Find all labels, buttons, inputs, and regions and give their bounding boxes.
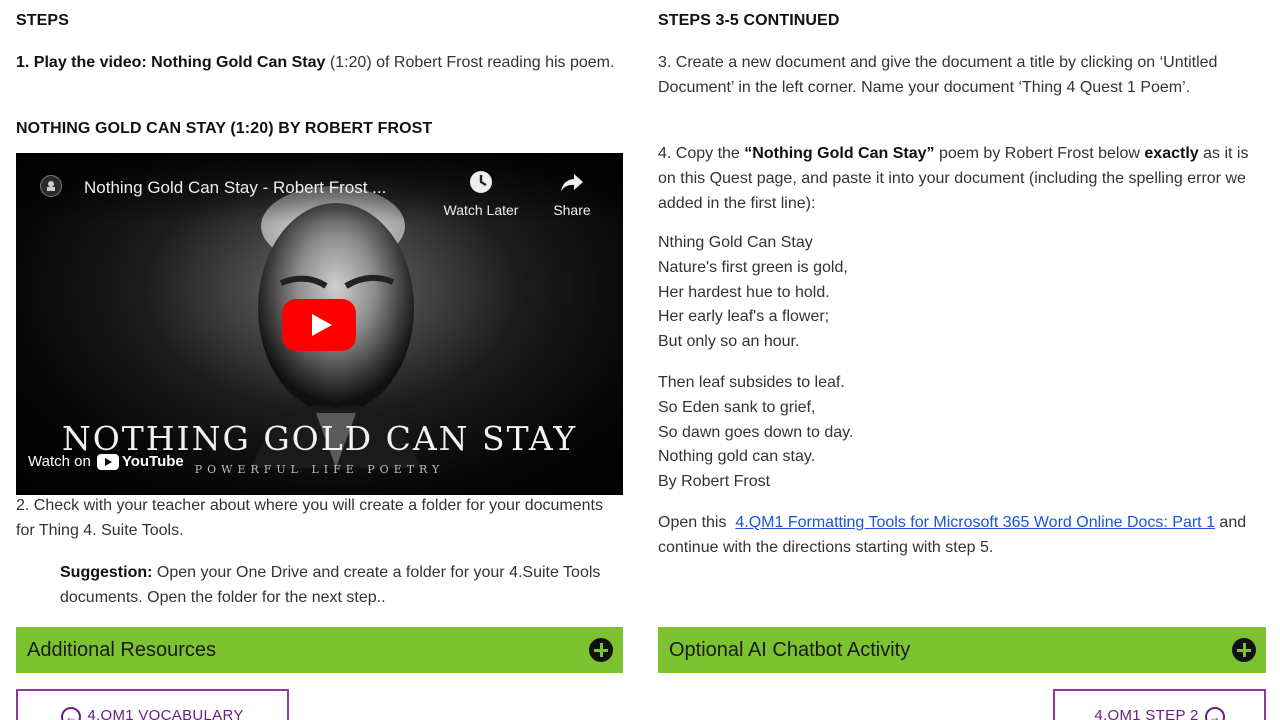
steps-continued-heading: STEPS 3-5 CONTINUED [658, 12, 840, 29]
poem-line: But only so an hour. [658, 333, 800, 351]
step-4-prefix: 4. Copy the [658, 145, 740, 162]
youtube-logo: YouTube [96, 453, 184, 470]
step-2-text: 2. Check with your teacher about where y… [16, 497, 603, 539]
step-4-middle: poem by Robert Frost below [938, 145, 1140, 162]
poem-line: Nothing gold can stay. [658, 448, 816, 466]
formatting-tools-link[interactable]: 4.QM1 Formatting Tools for Microsoft 365… [735, 514, 1215, 531]
play-button-icon[interactable] [282, 299, 356, 351]
poem-line: Then leaf subsides to leaf. [658, 374, 845, 391]
suggestion-text: Suggestion: Open your One Drive and crea… [60, 560, 622, 610]
video-heading: NOTHING GOLD CAN STAY (1:20) BY ROBERT F… [16, 120, 433, 137]
video-title[interactable]: Nothing Gold Can Stay - Robert Frost ... [84, 178, 386, 198]
poem-line: Nature's first green is gold, [658, 258, 848, 276]
step-5-prefix: Open this [658, 514, 727, 531]
step-1-video-title: Nothing Gold Can Stay [151, 54, 326, 71]
watch-later-button[interactable]: Watch Later [441, 169, 521, 218]
step-1-rest: of Robert Frost reading his poem. [376, 54, 615, 71]
youtube-wordmark: YouTube [121, 453, 184, 470]
step-4-text: 4. Copy the “Nothing Gold Can Stay” poem… [658, 141, 1266, 216]
share-icon [561, 174, 583, 191]
step-1-duration: (1:20) [329, 54, 372, 71]
prev-button-label: 4.QM1 VOCABULARY [87, 707, 244, 720]
step-1-action: Play the video: [33, 54, 147, 71]
step-3-text: 3. Create a new document and give the do… [658, 54, 1218, 96]
watch-later-label: Watch Later [443, 202, 519, 218]
watch-on-youtube-link[interactable]: Watch on YouTube [28, 453, 184, 470]
video-player[interactable]: Nothing Gold Can Stay - Robert Frost ...… [16, 153, 623, 495]
additional-resources-accordion[interactable]: Additional Resources [16, 627, 623, 673]
share-button[interactable]: Share [546, 169, 598, 218]
share-label: Share [553, 202, 591, 218]
step-4-poem-title: “Nothing Gold Can Stay” [744, 145, 935, 162]
step-5-text: Open this 4.QM1 Formatting Tools for Mic… [658, 510, 1258, 560]
step-4-emphasis: exactly [1144, 145, 1199, 162]
suggestion-label: Suggestion: [60, 564, 153, 581]
ai-chatbot-accordion[interactable]: Optional AI Chatbot Activity [658, 627, 1266, 673]
step-1-number: 1. [16, 54, 30, 71]
next-step-button[interactable]: 4.QM1 STEP 2 → [1053, 689, 1266, 720]
next-button-label: 4.QM1 STEP 2 [1094, 707, 1199, 720]
watch-later-icon [470, 171, 492, 193]
poem-line: Nthing Gold Can Stay [658, 234, 813, 251]
poem-stanza-2: Then leaf subsides to leaf. So Eden sank… [658, 371, 853, 495]
poem-line: So dawn goes down to day. [658, 423, 854, 441]
poem-line: Her hardest hue to hold. [658, 283, 830, 301]
arrow-right-circle-icon: → [1204, 707, 1225, 720]
watch-on-label: Watch on [28, 453, 91, 470]
arrow-left-circle-icon: ← [61, 707, 82, 720]
steps-heading: STEPS [16, 12, 69, 29]
prev-vocabulary-button[interactable]: ← 4.QM1 VOCABULARY [16, 689, 289, 720]
youtube-channel-icon[interactable] [40, 175, 62, 197]
plus-circle-icon [1232, 638, 1256, 662]
ai-chatbot-label: Optional AI Chatbot Activity [669, 638, 911, 661]
youtube-logo-icon [96, 453, 119, 470]
step-1-text: 1. Play the video: Nothing Gold Can Stay… [16, 50, 616, 75]
poem-line: Her early leaf's a flower; [658, 308, 830, 326]
poem-author: By Robert Frost [658, 473, 771, 491]
poem-line: So Eden sank to grief, [658, 398, 816, 416]
additional-resources-label: Additional Resources [27, 638, 216, 661]
poem-stanza-1: Nthing Gold Can Stay Nature's first gree… [658, 231, 848, 355]
plus-circle-icon [589, 638, 613, 662]
